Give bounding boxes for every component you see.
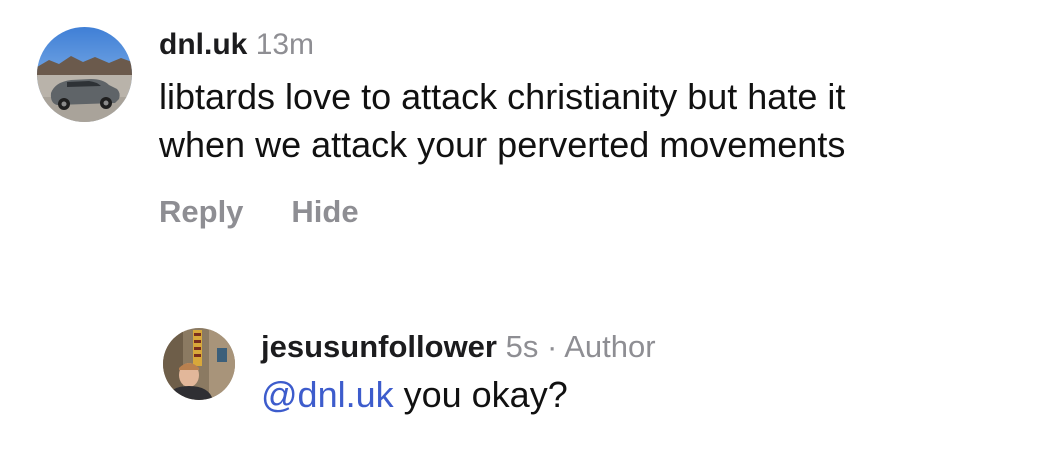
car-photo-avatar-icon [37, 27, 132, 122]
username[interactable]: dnl.uk [159, 28, 247, 61]
mention-link[interactable]: @dnl.uk [261, 374, 394, 415]
username[interactable]: jesusunfollower [261, 329, 497, 364]
author-badge: Author [564, 329, 656, 364]
hide-button[interactable]: Hide [291, 194, 358, 229]
reply-button[interactable]: Reply [159, 194, 243, 229]
comment-text: @dnl.uk you okay? [261, 371, 961, 419]
comment-meta: jesusunfollower 5s · Author [261, 328, 961, 362]
comment-meta: dnl.uk 13m [159, 27, 1039, 60]
comment-body: jesusunfollower 5s · Author @dnl.uk you … [261, 328, 961, 419]
meta-separator: · [546, 329, 558, 364]
avatar[interactable] [163, 328, 235, 400]
avatar[interactable] [37, 27, 132, 122]
comment-text: libtards love to attack christianity but… [159, 76, 846, 165]
reply-text: you okay? [393, 374, 568, 415]
timestamp: 13m [255, 28, 315, 61]
person-photo-avatar-icon [163, 328, 235, 400]
comment-body: dnl.uk 13m libtards love to attack chris… [159, 27, 1039, 230]
comment-actions: Reply Hide [159, 194, 1039, 230]
timestamp: 5s [505, 329, 539, 364]
